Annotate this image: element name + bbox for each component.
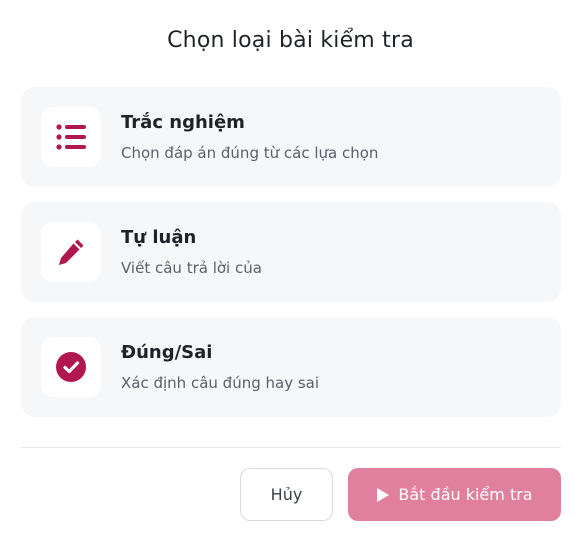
footer-divider [21,447,561,448]
option-essay[interactable]: Tự luận Viết câu trả lời của [21,202,561,302]
cancel-button[interactable]: Hủy [240,468,333,521]
check-circle-icon [55,351,87,383]
option-icon-box [41,222,101,282]
option-title: Trắc nghiệm [121,112,245,133]
dialog-title: Chọn loại bài kiểm tra [167,28,414,53]
option-icon-box [41,337,101,397]
option-description: Viết câu trả lời của [121,259,262,277]
option-true-false[interactable]: Đúng/Sai Xác định câu đúng hay sai [21,317,561,417]
play-icon [376,487,390,503]
cancel-button-label: Hủy [270,485,303,504]
pencil-icon [56,237,86,267]
option-title: Tự luận [121,227,197,248]
option-description: Chọn đáp án đúng từ các lựa chọn [121,144,379,162]
list-icon [56,124,86,150]
option-icon-box [41,107,101,167]
start-test-button[interactable]: Bắt đầu kiểm tra [348,468,561,521]
option-multiple-choice[interactable]: Trắc nghiệm Chọn đáp án đúng từ các lựa … [21,87,561,187]
option-description: Xác định câu đúng hay sai [121,374,320,392]
option-title: Đúng/Sai [121,342,213,363]
start-test-button-label: Bắt đầu kiểm tra [398,485,533,504]
